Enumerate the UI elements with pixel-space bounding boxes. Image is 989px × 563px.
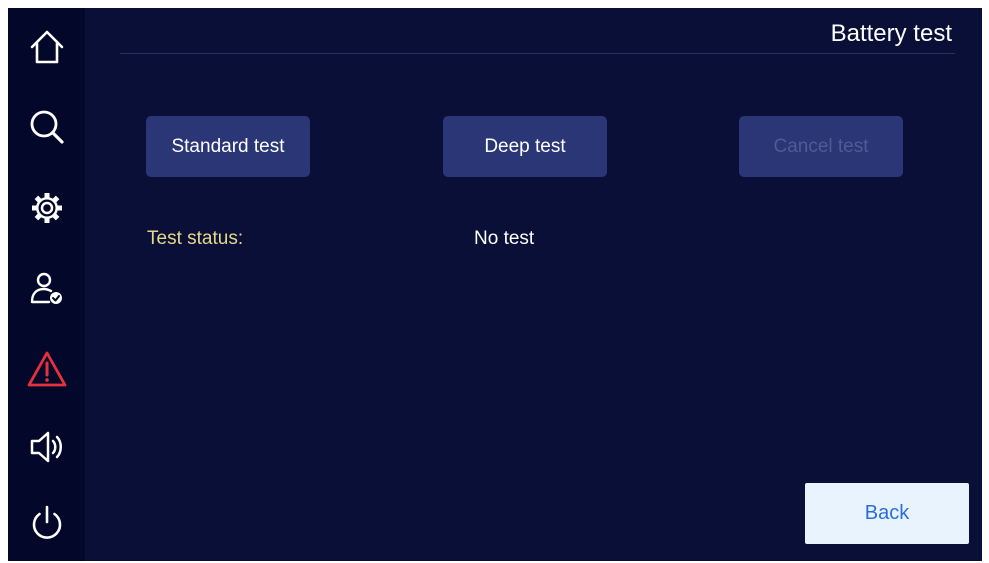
sidebar-item-user[interactable] [8, 250, 85, 327]
sidebar-item-sound[interactable] [8, 408, 85, 485]
power-icon [32, 505, 61, 539]
sidebar-item-alerts[interactable] [8, 330, 85, 407]
app-window: Battery test Standard test Deep test Can… [8, 8, 982, 561]
page-title: Battery test [830, 20, 952, 47]
standard-test-button[interactable]: Standard test [146, 116, 310, 177]
sidebar-item-power[interactable] [8, 484, 85, 561]
sidebar-item-search[interactable] [8, 88, 85, 165]
sidebar [8, 8, 85, 561]
deep-test-button[interactable]: Deep test [443, 116, 607, 177]
gear-icon [31, 192, 62, 223]
test-status-value: No test [474, 228, 535, 249]
cancel-test-button[interactable]: Cancel test [739, 116, 903, 177]
user-check-icon [30, 272, 62, 304]
sidebar-item-home[interactable] [8, 8, 85, 85]
back-button[interactable]: Back [805, 483, 969, 544]
sidebar-item-settings[interactable] [8, 169, 85, 246]
test-status-label: Test status: [147, 228, 244, 249]
warning-icon [27, 351, 66, 386]
home-icon [30, 30, 63, 63]
speaker-icon [30, 431, 62, 462]
header-divider [120, 53, 955, 54]
search-icon [30, 110, 64, 144]
